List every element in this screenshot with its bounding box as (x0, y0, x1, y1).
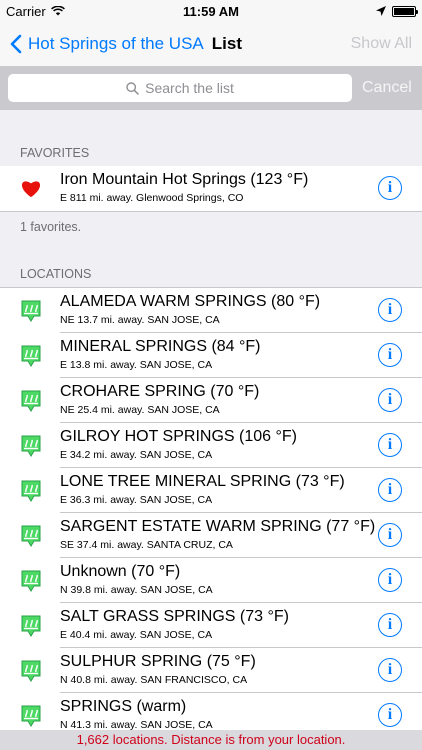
hot-spring-icon (21, 300, 41, 322)
info-icon[interactable]: i (378, 388, 402, 412)
location-title: Unknown (70 °F) (60, 563, 181, 580)
wifi-icon (50, 6, 65, 16)
location-subtitle: E 34.2 mi. away. SAN JOSE, CA (60, 449, 213, 461)
location-row[interactable]: LONE TREE MINERAL SPRING (73 °F) E 36.3 … (0, 468, 422, 513)
chevron-left-icon (10, 34, 22, 54)
location-count-banner: 1,662 locations. Distance is from your l… (0, 730, 422, 750)
search-cancel-button[interactable]: Cancel (362, 79, 412, 97)
hot-spring-icon (21, 390, 41, 412)
status-bar: Carrier 11:59 AM (0, 0, 422, 22)
hot-spring-icon (21, 660, 41, 682)
hot-spring-icon (21, 435, 41, 457)
location-row[interactable]: MINERAL SPRINGS (84 °F) E 13.8 mi. away.… (0, 333, 422, 378)
location-subtitle: SE 37.4 mi. away. SANTA CRUZ, CA (60, 539, 233, 551)
status-left: Carrier (6, 4, 65, 19)
location-row[interactable]: SULPHUR SPRING (75 °F) N 40.8 mi. away. … (0, 648, 422, 693)
locations-section-header: LOCATIONS (20, 267, 92, 281)
info-icon[interactable]: i (378, 523, 402, 547)
carrier-label: Carrier (6, 3, 46, 19)
location-row[interactable]: GILROY HOT SPRINGS (106 °F) E 34.2 mi. a… (0, 423, 422, 468)
info-icon[interactable]: i (378, 568, 402, 592)
location-title: SALT GRASS SPRINGS (73 °F) (60, 608, 289, 625)
location-title: SPRINGS (warm) (60, 698, 187, 715)
info-icon[interactable]: i (378, 176, 402, 200)
location-arrow-icon (376, 6, 386, 16)
location-subtitle: N 40.8 mi. away. SAN FRANCISCO, CA (60, 674, 248, 686)
location-subtitle: NE 25.4 mi. away. SAN JOSE, CA (60, 404, 220, 416)
info-icon[interactable]: i (378, 703, 402, 727)
search-placeholder: Search the list (145, 80, 234, 96)
navigation-bar: Hot Springs of the USA List Show All (0, 22, 422, 66)
favorite-row[interactable]: Iron Mountain Hot Springs (123 °F) E 811… (0, 166, 422, 211)
search-icon (126, 81, 139, 95)
back-button-label: Hot Springs of the USA (28, 34, 204, 53)
favorite-title: Iron Mountain Hot Springs (123 °F) (60, 171, 309, 188)
location-title: MINERAL SPRINGS (84 °F) (60, 338, 261, 355)
hot-spring-icon (21, 345, 41, 367)
favorites-count: 1 favorites. (20, 220, 82, 234)
location-row[interactable]: ALAMEDA WARM SPRINGS (80 °F) NE 13.7 mi.… (0, 288, 422, 333)
location-title: ALAMEDA WARM SPRINGS (80 °F) (60, 293, 321, 310)
hot-spring-icon (21, 570, 41, 592)
location-subtitle: E 13.8 mi. away. SAN JOSE, CA (60, 359, 213, 371)
info-icon[interactable]: i (378, 343, 402, 367)
hot-spring-icon (21, 525, 41, 547)
location-subtitle: N 39.8 mi. away. SAN JOSE, CA (60, 584, 213, 596)
location-title: SULPHUR SPRING (75 °F) (60, 653, 256, 670)
search-bar: Search the list Cancel (0, 66, 422, 110)
search-input[interactable]: Search the list (8, 74, 352, 102)
favorite-subtitle: E 811 mi. away. Glenwood Springs, CO (60, 192, 244, 204)
page-title: List (211, 34, 242, 53)
info-icon[interactable]: i (378, 433, 402, 457)
location-title: LONE TREE MINERAL SPRING (73 °F) (60, 473, 345, 490)
back-button[interactable]: Hot Springs of the USA (10, 34, 204, 54)
location-row[interactable]: Unknown (70 °F) N 39.8 mi. away. SAN JOS… (0, 558, 422, 603)
status-right (376, 5, 418, 17)
location-title: GILROY HOT SPRINGS (106 °F) (60, 428, 297, 445)
location-subtitle: E 36.3 mi. away. SAN JOSE, CA (60, 494, 213, 506)
battery-icon (392, 5, 418, 17)
show-all-button[interactable]: Show All (351, 35, 412, 53)
hot-spring-icon (21, 705, 41, 727)
location-title: SARGENT ESTATE WARM SPRING (77 °F) (60, 518, 376, 535)
favorites-section-header: FAVORITES (20, 146, 90, 160)
info-icon[interactable]: i (378, 658, 402, 682)
info-icon[interactable]: i (378, 613, 402, 637)
hot-spring-icon (21, 480, 41, 502)
location-row[interactable]: SARGENT ESTATE WARM SPRING (77 °F) SE 37… (0, 513, 422, 558)
hot-spring-icon (21, 615, 41, 637)
location-title: CROHARE SPRING (70 °F) (60, 383, 260, 400)
location-row[interactable]: CROHARE SPRING (70 °F) NE 25.4 mi. away.… (0, 378, 422, 423)
heart-icon (21, 181, 41, 198)
info-icon[interactable]: i (378, 478, 402, 502)
location-row[interactable]: SALT GRASS SPRINGS (73 °F) E 40.4 mi. aw… (0, 603, 422, 648)
location-subtitle: E 40.4 mi. away. SAN JOSE, CA (60, 629, 213, 641)
location-subtitle: NE 13.7 mi. away. SAN JOSE, CA (60, 314, 220, 326)
info-icon[interactable]: i (378, 298, 402, 322)
